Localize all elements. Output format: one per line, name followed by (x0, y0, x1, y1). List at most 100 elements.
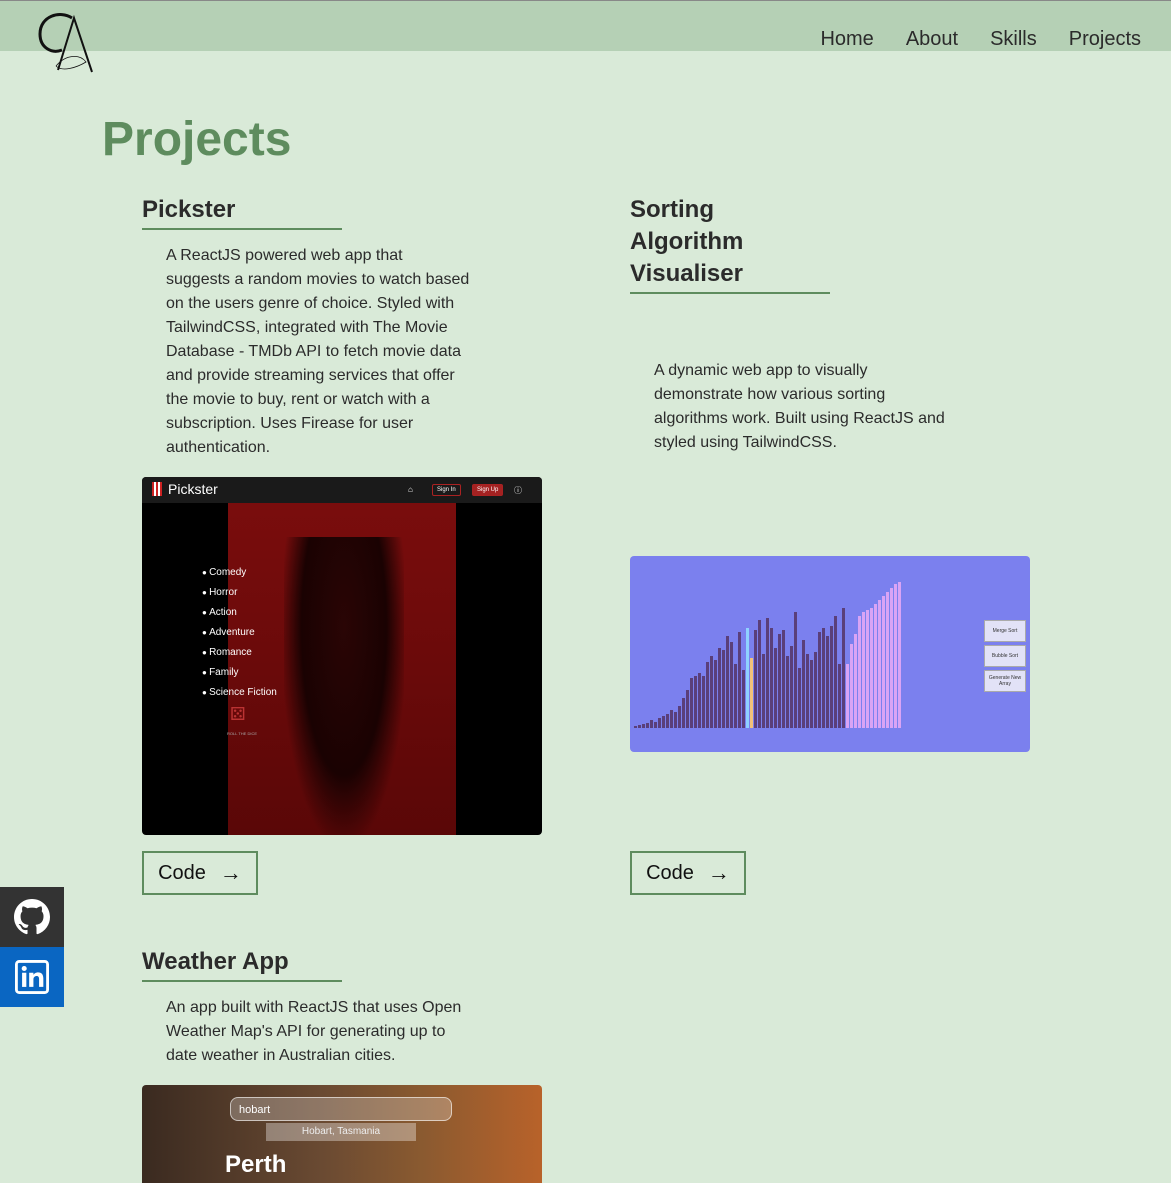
array-bar (646, 723, 649, 728)
array-bar (894, 584, 897, 728)
weather-search-preview: hobart (230, 1097, 452, 1121)
array-bar (678, 706, 681, 728)
array-bar (710, 656, 713, 728)
array-bar (850, 644, 853, 728)
sorting-bars (634, 582, 901, 728)
genre-item: Romance (202, 643, 277, 663)
dice-icon: ⚄ (230, 704, 246, 724)
nav-home[interactable]: Home (820, 28, 873, 51)
array-bar (658, 718, 661, 728)
array-bar (742, 670, 745, 728)
array-bar (722, 650, 725, 728)
genre-item: Comedy (202, 563, 277, 583)
main-nav: Home About Skills Projects (820, 28, 1141, 51)
array-bar (714, 660, 717, 728)
array-bar (718, 648, 721, 728)
pickster-genre-list: Comedy Horror Action Adventure Romance F… (202, 563, 277, 703)
array-bar (778, 634, 781, 728)
nav-skills[interactable]: Skills (990, 28, 1037, 51)
github-icon (14, 899, 50, 935)
nav-about[interactable]: About (906, 28, 958, 51)
array-bar (862, 612, 865, 728)
array-bar (738, 632, 741, 728)
code-label: Code (646, 861, 694, 884)
array-bar (818, 632, 821, 728)
array-bar (670, 710, 673, 728)
array-bar (886, 592, 889, 728)
array-bar (654, 722, 657, 728)
genre-item: Horror (202, 583, 277, 603)
array-bar (854, 634, 857, 728)
array-bar (766, 618, 769, 728)
array-bar (878, 600, 881, 728)
project-title-weather: Weather App (142, 946, 342, 982)
weather-screenshot: hobart Hobart, Tasmania Perth (142, 1085, 542, 1183)
array-bar (898, 582, 901, 728)
linkedin-link[interactable] (0, 947, 64, 1007)
nav-projects[interactable]: Projects (1069, 28, 1141, 51)
array-bar (682, 698, 685, 728)
array-bar (842, 608, 845, 728)
project-desc-weather: An app built with ReactJS that uses Open… (166, 999, 462, 1064)
array-bar (690, 678, 693, 728)
array-bar (814, 652, 817, 728)
weather-city-preview: Perth (225, 1151, 287, 1178)
project-desc-sorting: A dynamic web app to visually demonstrat… (654, 362, 945, 451)
array-bar (762, 654, 765, 728)
sorting-code-button[interactable]: Code → (630, 851, 746, 895)
array-bar (758, 620, 761, 728)
array-bar (774, 648, 777, 728)
array-bar (634, 726, 637, 728)
array-bar (858, 616, 861, 728)
array-bar (846, 664, 849, 728)
project-title-sorting: Sorting Algorithm Visualiser (630, 194, 830, 294)
array-bar (650, 720, 653, 728)
arrow-right-icon: → (219, 860, 242, 885)
pickster-signin: Sign In (432, 484, 461, 496)
array-bar (890, 588, 893, 728)
array-bar (734, 664, 737, 728)
pickster-figure (284, 537, 404, 835)
project-desc-pickster: A ReactJS powered web app that suggests … (166, 247, 470, 456)
array-bar (782, 630, 785, 728)
merge-sort-button-preview: Merge Sort (984, 620, 1026, 642)
bubble-sort-button-preview: Bubble Sort (984, 645, 1026, 667)
generate-array-button-preview: Generate New Array (984, 670, 1026, 692)
array-bar (662, 716, 665, 728)
genre-item: Adventure (202, 623, 277, 643)
project-title-pickster: Pickster (142, 194, 342, 230)
array-bar (834, 616, 837, 728)
array-bar (754, 630, 757, 728)
array-bar (826, 636, 829, 728)
linkedin-icon (15, 960, 49, 994)
array-bar (702, 676, 705, 728)
array-bar (746, 628, 749, 728)
weather-suggestion-preview: Hobart, Tasmania (266, 1123, 416, 1141)
logo[interactable] (36, 8, 96, 76)
array-bar (822, 628, 825, 728)
code-label: Code (158, 861, 206, 884)
pickster-code-button[interactable]: Code → (142, 851, 258, 895)
popcorn-icon (152, 482, 162, 496)
array-bar (786, 656, 789, 728)
array-bar (726, 636, 729, 728)
array-bar (874, 604, 877, 728)
genre-item: Science Fiction (202, 683, 277, 703)
array-bar (830, 626, 833, 728)
sorting-screenshot: Merge Sort Bubble Sort Generate New Arra… (630, 556, 1030, 752)
array-bar (666, 714, 669, 728)
pickster-signup: Sign Up (472, 484, 504, 496)
array-bar (794, 612, 797, 728)
array-bar (730, 642, 733, 728)
genre-item: Action (202, 603, 277, 623)
array-bar (790, 646, 793, 728)
array-bar (638, 725, 641, 728)
array-bar (770, 628, 773, 728)
github-link[interactable] (0, 887, 64, 947)
array-bar (798, 668, 801, 728)
array-bar (838, 664, 841, 728)
array-bar (806, 654, 809, 728)
array-bar (882, 596, 885, 728)
array-bar (706, 662, 709, 728)
array-bar (750, 658, 753, 728)
